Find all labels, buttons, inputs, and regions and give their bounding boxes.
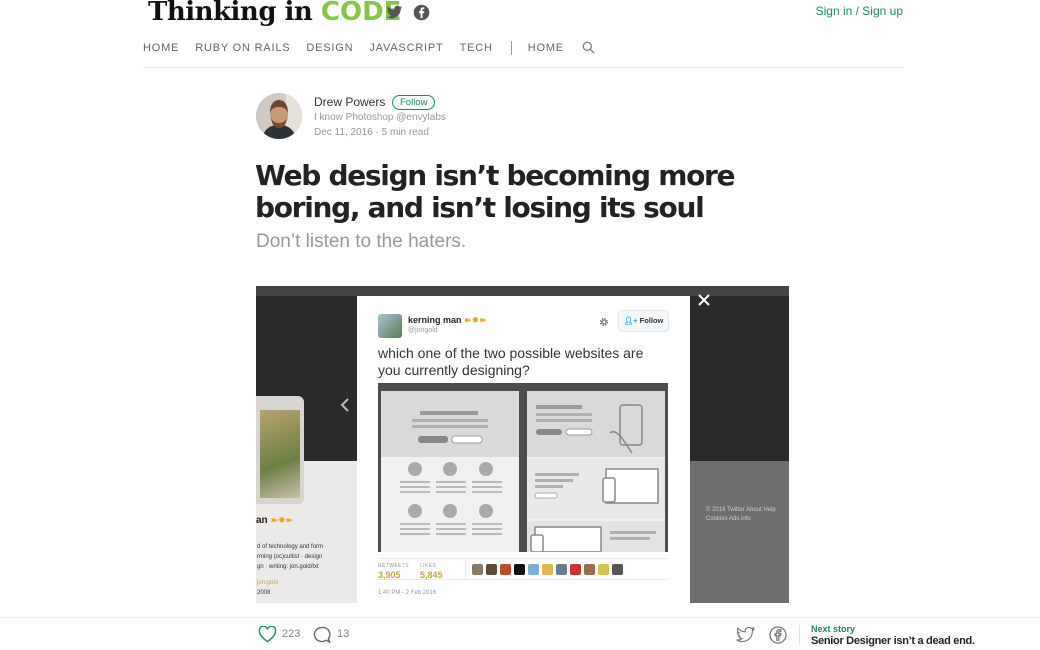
next-story-title[interactable]: Senior Designer isn’t a dead end. [811,635,975,647]
nav-divider [510,41,512,55]
comment-icon[interactable] [313,626,331,644]
article-figure: an ➽✸➽ d of technology and form · rming … [256,286,789,603]
tweet-display-name: kerning man ➽✸➽ [408,315,487,325]
retweets-label: RETWEETS [378,563,409,569]
tweet-avatar [378,314,402,338]
next-story-label[interactable]: Next story [811,624,855,634]
likes-label: LIKES [420,563,437,569]
tweet-emoji: ➽✸➽ [464,315,487,325]
post-meta: Dec 11, 2016 · 5 min read [314,127,429,138]
profile-bio-line-3: gn · writing: jon.gold/txt [257,564,319,570]
nav-item-ruby-on-rails[interactable]: RUBY ON RAILS [195,40,290,56]
profile-bio-line-1: d of technology and form · [257,544,327,550]
author-avatar[interactable] [256,93,302,139]
gear-icon [599,317,609,327]
follow-button[interactable]: Follow [392,95,436,110]
site-header: Thinking in CODE Sign in / Sign up [143,0,903,28]
profile-card-fragment [256,396,304,504]
site-logo[interactable]: Thinking in CODE [148,0,401,27]
author-name[interactable]: Drew Powers [314,95,385,109]
nav-item-javascript[interactable]: JAVASCRIPT [369,40,443,56]
profile-link-fragment: jon.gold [257,580,279,586]
chevron-left-icon [340,398,349,412]
tweet-image-wireframes [378,383,668,552]
retweets-count: 3,905 [378,570,401,580]
twitter-footer-links: © 2016 Twitter About Help Cookies Ads in… [706,507,776,522]
profile-photo-fragment [260,410,300,498]
bottom-action-bar: 223 13 Next story Senior Designer isn’t … [0,617,1040,650]
nav-item-home[interactable]: HOME [143,40,179,56]
liker-avatar [542,564,553,575]
stats-divider [465,561,466,579]
tweet-follow-button: 👤︎+ Follow [618,310,669,332]
liker-avatar [584,564,595,575]
liker-avatar [612,564,623,575]
tweet-handle: @jongold [408,327,438,334]
liker-avatar [528,564,539,575]
liker-avatar [500,564,511,575]
twitter-icon[interactable] [386,4,403,21]
recommend-count: 223 [282,628,301,640]
share-facebook-icon[interactable] [769,626,787,644]
signin-signup-link[interactable]: Sign in / Sign up [816,4,903,18]
liker-avatar [486,564,497,575]
post-date: Dec 11, 2016 [314,127,373,138]
heart-icon[interactable] [258,626,277,643]
read-time: 5 min read [381,127,429,138]
profile-bio-line-2: rming (oc)cultist · design [257,554,323,560]
facebook-icon[interactable] [413,4,430,21]
author-avatar-image [256,93,302,139]
liker-avatar [598,564,609,575]
author-block: Drew Powers Follow I know Photoshop @env… [256,93,776,141]
likes-count: 5,845 [420,570,443,580]
main-nav: HOME RUBY ON RAILS DESIGN JAVASCRIPT TEC… [143,40,903,68]
add-user-icon: 👤︎+ [623,316,638,325]
tweet-card: kerning man ➽✸➽ @jongold 👤︎+ Follow whic… [357,296,690,603]
liker-avatar [556,564,567,575]
liker-avatar [570,564,581,575]
liker-avatar [472,564,483,575]
nav-item-home-secondary[interactable]: HOME [528,40,564,56]
nav-item-tech[interactable]: TECH [460,40,493,56]
liker-avatar [514,564,525,575]
response-count: 13 [337,628,350,640]
liker-avatars [472,564,623,575]
article-title: Web design isn’t becoming more boring, a… [255,159,736,224]
tweet-text: which one of the two possible websites a… [378,345,644,378]
profile-name-fragment: an ➽✸➽ [256,515,294,526]
search-icon[interactable] [582,41,595,54]
close-icon [698,294,710,306]
share-twitter-icon[interactable] [736,627,755,643]
logo-main-text: Thinking in [148,0,321,27]
nav-item-design[interactable]: DESIGN [306,40,353,56]
tweet-stats: RETWEETS 3,905 LIKES 5,845 [378,558,668,580]
figure-footer-area [690,461,789,603]
tweet-timestamp: 1:40 PM - 2 Feb 2016 [378,590,437,596]
profile-joined-fragment: 2008 [257,590,271,596]
author-bio: I know Photoshop @envylabs [314,112,446,123]
social-links [386,4,430,21]
bottombar-divider [799,625,800,645]
article-subtitle: Don’t listen to the haters. [256,231,467,252]
